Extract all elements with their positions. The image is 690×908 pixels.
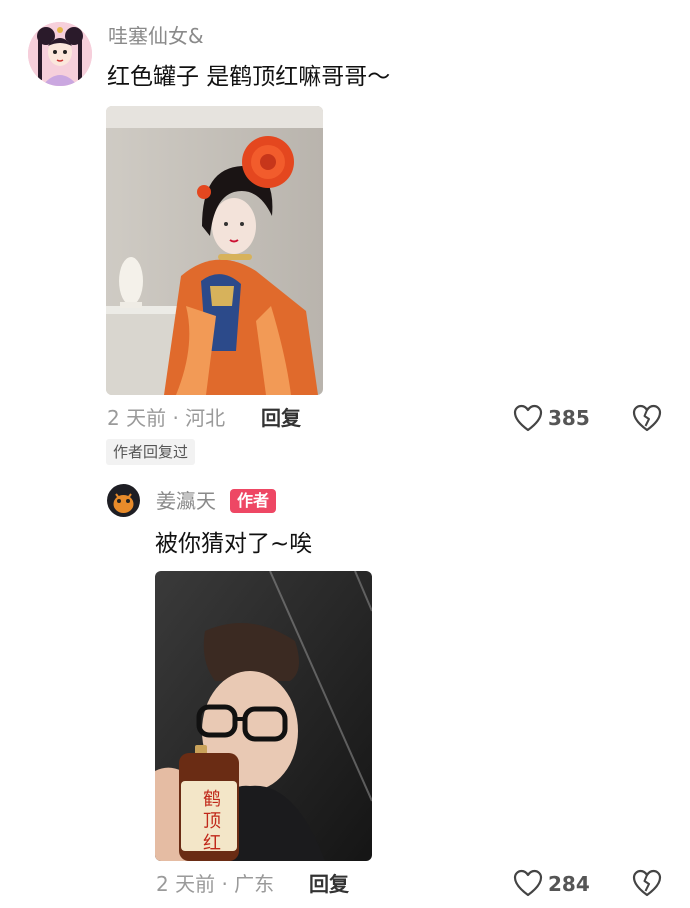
commenter-avatar[interactable] [28, 22, 92, 86]
comment-text: 红色罐子 是鹤顶红嘛哥哥～ [107, 64, 391, 90]
author-badge: 作者 [230, 489, 277, 513]
reply-reply-button[interactable]: 回复 [309, 870, 349, 898]
reply-like-button[interactable] [512, 867, 544, 899]
heart-outline-icon [513, 869, 543, 897]
comment-time-location: 2 天前 · 河北 [107, 406, 226, 430]
reply-text: 被你猜对了~唉 [155, 531, 313, 557]
like-button[interactable] [512, 402, 544, 434]
author-avatar[interactable] [107, 484, 140, 517]
reply-like-count: 284 [548, 872, 590, 896]
reply-button[interactable]: 回复 [261, 404, 301, 432]
reply-time-location: 2 天前 · 广东 [156, 872, 275, 896]
comment-photo[interactable] [106, 106, 323, 395]
reply-photo[interactable]: 鹤 顶 红 [155, 571, 372, 861]
like-count: 385 [548, 406, 590, 430]
reply-dislike-button[interactable] [631, 867, 663, 899]
commenter-username[interactable]: 哇塞仙女& [108, 22, 204, 50]
author-replied-tag: 作者回复过 [106, 439, 196, 465]
author-username[interactable]: 姜瀛天 [156, 487, 216, 515]
broken-heart-icon [632, 404, 662, 432]
heart-outline-icon [513, 404, 543, 432]
broken-heart-icon [632, 869, 662, 897]
dislike-button[interactable] [631, 402, 663, 434]
bottle-label-line3: 红 [203, 833, 221, 854]
